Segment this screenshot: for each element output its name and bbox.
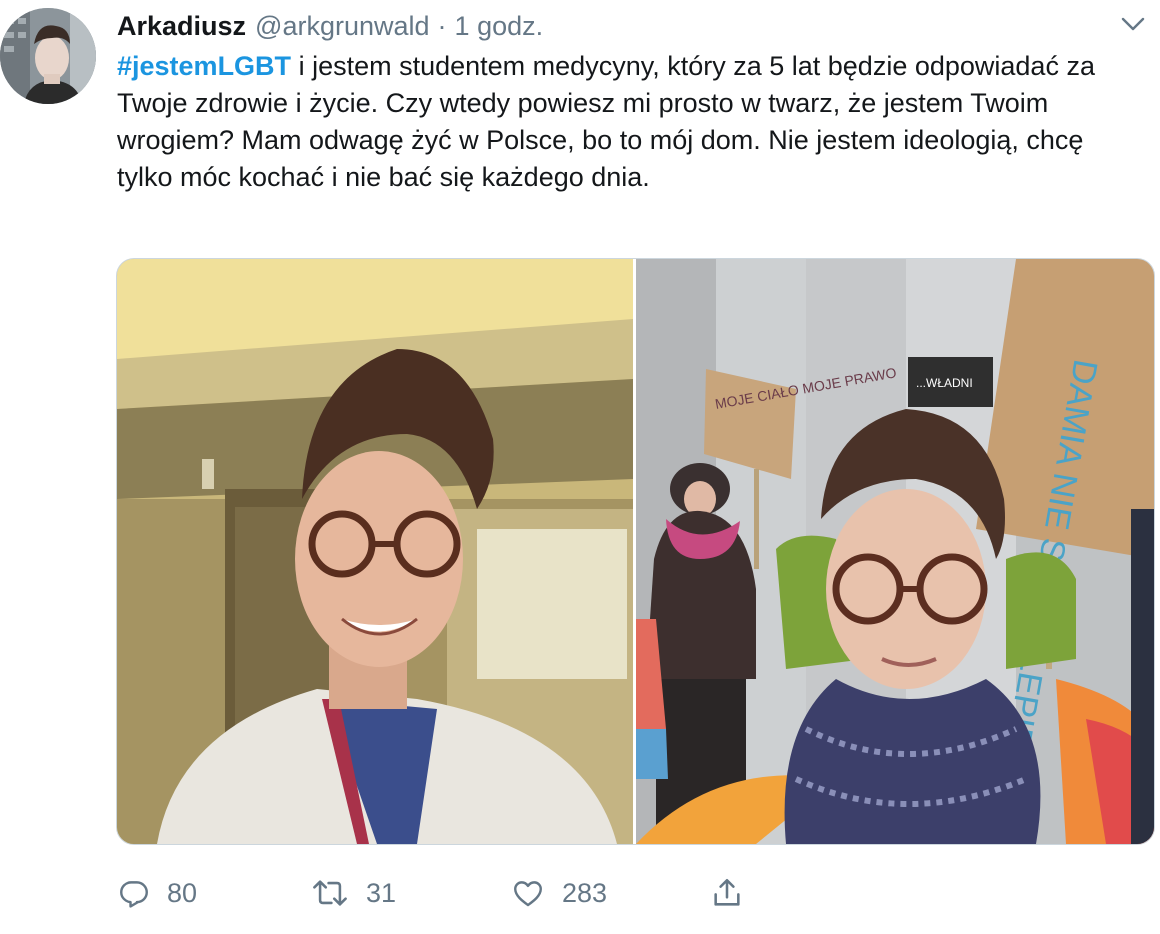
sign-text-2: ...WŁADNI [916, 376, 973, 390]
heart-icon [514, 881, 542, 907]
tweet-header: Arkadiusz @arkgrunwald · 1 godz. [117, 8, 543, 44]
like-count: 283 [562, 877, 608, 908]
tweet: Arkadiusz @arkgrunwald · 1 godz. #jestem… [0, 0, 1160, 934]
retweet-count: 31 [366, 877, 397, 908]
reply-count: 80 [167, 877, 198, 908]
hashtag-link[interactable]: #jestemLGBT [117, 51, 291, 81]
author-handle[interactable]: @arkgrunwald [255, 11, 430, 42]
share-icon [714, 878, 740, 906]
author-name[interactable]: Arkadiusz [117, 11, 246, 42]
like-button[interactable]: 283 [510, 868, 607, 918]
reply-button[interactable]: 80 [117, 868, 197, 918]
share-button[interactable] [710, 868, 760, 918]
separator-dot: · [437, 10, 447, 41]
retweet-button[interactable]: 31 [310, 868, 396, 918]
reply-icon [120, 881, 148, 908]
photo-selfie-protest[interactable]: MOJE CIAŁO MOJE PRAWO ...WŁADNI DAMIA NI… [636, 259, 1154, 844]
avatar[interactable] [0, 8, 96, 104]
chevron-down-icon[interactable] [1120, 14, 1146, 34]
timestamp[interactable]: 1 godz. [455, 11, 544, 42]
retweet-icon [313, 880, 347, 906]
tweet-actions: 80 31 283 [117, 868, 817, 918]
photo-selfie-hospital[interactable] [117, 259, 633, 844]
media-grid: MOJE CIAŁO MOJE PRAWO ...WŁADNI DAMIA NI… [116, 258, 1155, 845]
tweet-text: #jestemLGBT i jestem studentem medycyny,… [117, 48, 1117, 196]
